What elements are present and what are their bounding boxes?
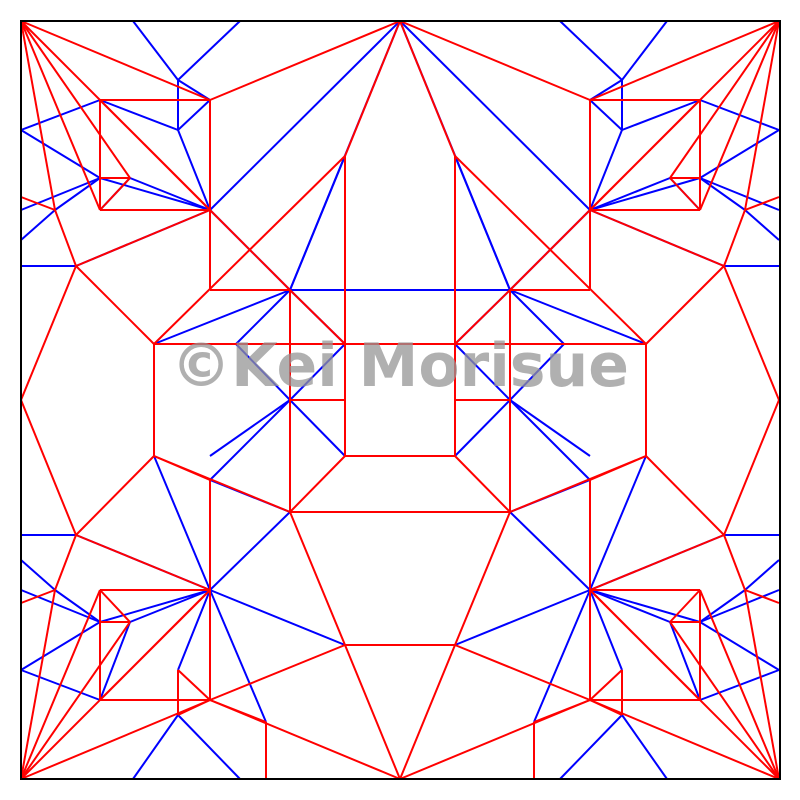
valley-fold-line [699,621,780,671]
valley-fold-line [559,714,623,780]
valley-fold-line [559,20,623,81]
mountain-fold-line [20,399,77,536]
valley-fold-line [129,177,211,211]
valley-fold-line [177,589,211,671]
valley-fold-line [177,99,211,131]
valley-fold-line [20,621,101,671]
valley-fold-line [289,399,346,457]
mountain-fold-line [209,644,346,701]
mountain-fold-line [454,455,511,513]
valley-fold-line [209,511,291,591]
valley-fold-line [129,589,211,623]
valley-fold-line [20,209,56,241]
mountain-fold-line [75,209,211,267]
valley-fold-line [153,289,291,345]
mountain-fold-line [454,289,511,345]
valley-fold-line [177,129,211,211]
mountain-fold-line [454,644,591,701]
crease-pattern-diagram [20,20,781,780]
mountain-fold-line [289,455,346,513]
valley-fold-line [20,129,101,179]
mountain-fold-line [177,669,211,701]
mountain-folds [20,20,780,780]
mountain-fold-line [177,699,211,716]
valley-fold-line [744,559,780,591]
valley-fold-line [589,589,623,671]
mountain-fold-line [723,265,780,401]
valley-fold-line [589,589,671,623]
mountain-fold-line [645,455,725,536]
valley-fold-line [621,714,668,780]
valley-fold-line [509,511,591,591]
valley-fold-line [209,399,291,457]
valley-fold-line [99,99,179,131]
valley-fold-line [177,714,241,780]
valley-fold-line [20,559,56,591]
valley-fold-line [744,209,780,241]
valley-fold-line [454,399,511,457]
valley-fold-line [589,99,623,131]
valley-fold-line [209,20,401,211]
valley-fold-line [669,621,701,701]
mountain-fold-line [75,265,155,345]
mountain-fold-line [20,265,77,401]
valley-fold-line [454,343,511,401]
mountain-fold-line [723,534,746,591]
mountain-fold-line [289,289,346,345]
valley-fold-line [209,399,291,481]
valley-fold-line [177,20,241,81]
valley-fold-line [399,20,591,211]
valley-fold-line [235,289,291,345]
valley-fold-line [621,99,701,131]
mountain-fold-line [75,455,155,536]
valley-fold-line [589,129,623,211]
mountain-fold-line [645,265,725,345]
valley-fold-line [235,343,291,401]
mountain-fold-line [54,534,77,591]
mountain-fold-line [54,209,77,267]
valley-fold-line [454,155,511,291]
valley-fold-line [99,621,131,701]
mountain-fold-line [723,399,780,536]
valley-fold-line [699,129,780,179]
valley-fold-line [509,289,647,345]
valley-fold-line [509,399,591,481]
mountain-fold-line [589,669,623,701]
valley-fold-line [589,177,671,211]
valley-fold-line [132,714,179,780]
valley-fold-line [289,155,346,291]
mountain-fold-line [589,209,725,267]
valley-fold-line [509,399,591,457]
valley-fold-line [509,289,565,345]
mountain-fold-line [589,699,623,716]
valley-fold-line [289,343,346,401]
mountain-fold-line [723,209,746,267]
valley-fold-line [509,343,565,401]
